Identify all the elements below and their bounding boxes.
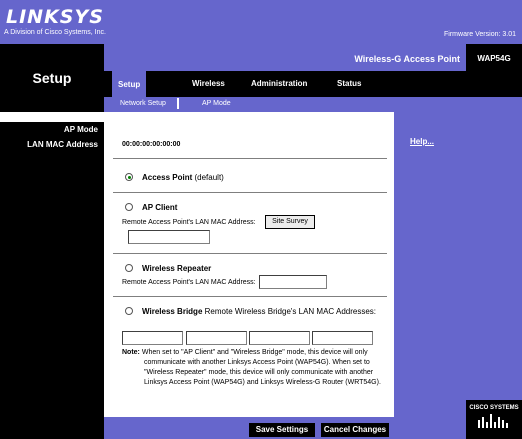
cisco-bars-icon	[478, 414, 508, 428]
sidebar-mac-label: LAN MAC Address	[27, 140, 98, 149]
note-line-1: When set to "AP Client" and "Wireless Br…	[141, 349, 368, 356]
tab-setup[interactable]: Setup	[112, 71, 147, 97]
subnav-network-setup[interactable]: Network Setup	[120, 100, 166, 107]
help-panel	[394, 112, 522, 417]
subnav-separator	[177, 98, 179, 109]
default-hint: (default)	[194, 173, 224, 182]
brand-tagline: A Division of Cisco Systems, Inc.	[4, 29, 106, 36]
ap-client-label: AP Client	[142, 203, 178, 212]
divider	[113, 192, 387, 193]
left-panel	[0, 112, 104, 439]
ap-client-mac-label: Remote Access Point's LAN MAC Address:	[122, 219, 256, 226]
tab-administration[interactable]: Administration	[251, 79, 307, 88]
linksys-logo: LINKSYS	[6, 6, 104, 28]
note-line-3: "Wireless Repeater" mode, this device wi…	[144, 369, 374, 376]
bridge-mac-input-1[interactable]	[122, 331, 183, 345]
radio-access-point[interactable]	[125, 173, 133, 181]
bridge-mac-label: Remote Wireless Bridge's LAN MAC Address…	[204, 307, 377, 316]
left-spacer	[0, 112, 104, 122]
divider	[113, 253, 387, 254]
bridge-label: Wireless Bridge Remote Wireless Bridge's…	[142, 307, 377, 316]
product-name: Wireless-G Access Point	[354, 54, 460, 64]
radio-wireless-bridge[interactable]	[125, 307, 133, 315]
repeater-mac-label: Remote Access Point's LAN MAC Address:	[122, 279, 256, 286]
radio-wireless-repeater[interactable]	[125, 264, 133, 272]
access-point-label: Access Point (default)	[142, 173, 224, 182]
lan-mac-value: 00:00:00:00:00:00	[122, 141, 181, 148]
firmware-version: Firmware Version: 3.01	[444, 31, 516, 38]
bridge-mac-input-3[interactable]	[249, 331, 310, 345]
bridge-mac-input-2[interactable]	[186, 331, 247, 345]
model-number: WAP54G	[477, 54, 511, 63]
site-survey-button[interactable]: Site Survey	[265, 215, 315, 229]
ap-client-mac-input[interactable]	[128, 230, 210, 244]
note-label: Note:	[122, 349, 140, 356]
cancel-changes-button[interactable]: Cancel Changes	[321, 423, 389, 437]
bridge-mac-input-4[interactable]	[312, 331, 373, 345]
sidebar-section-title: AP Mode	[0, 122, 104, 136]
save-settings-button[interactable]: Save Settings	[249, 423, 315, 437]
divider	[113, 296, 387, 297]
repeater-mac-input[interactable]	[259, 275, 327, 289]
tab-wireless[interactable]: Wireless	[192, 79, 225, 88]
tab-status[interactable]: Status	[337, 79, 361, 88]
help-link[interactable]: Help...	[410, 137, 434, 146]
page-title: Setup	[32, 70, 72, 86]
note-line-4: Linksys Access Point (WAP54G) and Linksy…	[144, 379, 381, 386]
mode-note: Note: When set to "AP Client" and "Wirel…	[122, 348, 388, 388]
radio-ap-client[interactable]	[125, 203, 133, 211]
note-line-2: communicate with another Linksys Access …	[144, 359, 370, 366]
sub-navigation: Network Setup AP Mode	[104, 97, 522, 112]
divider	[113, 158, 387, 159]
repeater-label: Wireless Repeater	[142, 264, 212, 273]
main-tabs: Setup Wireless Administration Status	[104, 71, 522, 97]
subnav-ap-mode[interactable]: AP Mode	[202, 100, 231, 107]
